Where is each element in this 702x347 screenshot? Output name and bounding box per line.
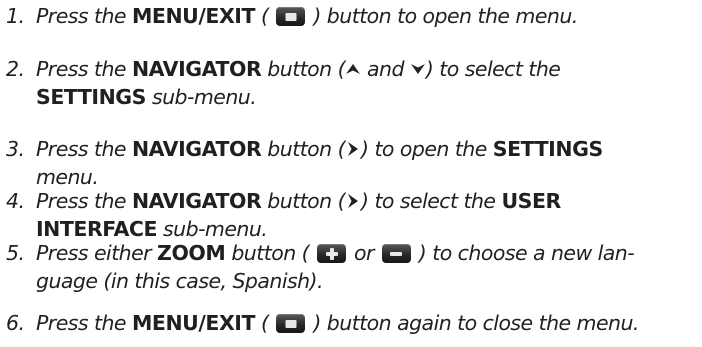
step-number: 5. <box>6 241 25 265</box>
step-text-line: Press the NAVIGATOR button ( and ) to se… <box>36 55 561 83</box>
step-text-line: Press either ZOOM button ( or ) to choos… <box>36 239 635 267</box>
step-text-line: Press the MENU/EXIT ( ) button again to … <box>36 309 639 337</box>
step-number: 3. <box>6 137 25 161</box>
step-text: ) to select the <box>361 189 502 213</box>
bold-term: NAVIGATOR <box>131 137 262 161</box>
zoom-plus-button-icon <box>317 244 347 263</box>
step-text-line: Press the MENU/EXIT ( ) button to open t… <box>36 2 578 30</box>
step-text: ) button to open the menu. <box>307 4 578 28</box>
menu-exit-button-icon <box>276 7 306 26</box>
step-text: sub-menu. <box>157 217 268 241</box>
bold-term: MENU/EXIT <box>131 311 256 335</box>
step-text: ( <box>255 4 275 28</box>
step-text: ( <box>255 311 275 335</box>
bold-term: SETTINGS <box>36 85 146 109</box>
bold-term: USER <box>501 189 561 213</box>
step-text: ) to choose a new lan- <box>412 241 635 265</box>
step-text: button ( <box>261 137 346 161</box>
step-text-line: Press the NAVIGATOR button ( ) to select … <box>36 187 561 215</box>
step-text: ) button again to close the menu. <box>307 311 639 335</box>
step-text-line: Press the NAVIGATOR button ( ) to open th… <box>36 135 603 163</box>
step-text: ) to select the <box>425 57 561 81</box>
bold-term: NAVIGATOR <box>131 189 262 213</box>
bold-term: INTERFACE <box>36 217 158 241</box>
bold-term: ZOOM <box>157 241 226 265</box>
step-text: Press the <box>36 4 132 28</box>
step-text: Press the <box>36 189 132 213</box>
step-text: or <box>348 241 380 265</box>
step-number: 2. <box>6 57 25 81</box>
step-text: Press either <box>36 241 158 265</box>
step-number: 4. <box>6 189 25 213</box>
step-number: 1. <box>6 4 25 28</box>
step-text: ) to open the <box>361 137 493 161</box>
arrow-down-icon <box>410 64 425 74</box>
bold-term: SETTINGS <box>492 137 603 161</box>
step-text: button ( <box>261 57 346 81</box>
bold-term: MENU/EXIT <box>131 4 256 28</box>
step-text: sub-menu. <box>145 85 257 109</box>
step-text: button ( <box>225 241 316 265</box>
step-text: and <box>361 57 410 81</box>
arrow-right-icon <box>348 194 359 208</box>
arrow-right-icon <box>348 142 359 156</box>
step-text: Press the <box>36 57 132 81</box>
step-text: Press the <box>36 137 132 161</box>
step-number: 6. <box>6 311 25 335</box>
menu-exit-button-icon <box>276 314 306 333</box>
step-text-line: guage (in this case, Spanish). <box>36 267 324 295</box>
step-text: Press the <box>36 311 132 335</box>
arrow-up-icon <box>346 64 361 74</box>
step-text: button ( <box>261 189 346 213</box>
bold-term: NAVIGATOR <box>131 57 262 81</box>
step-text: guage (in this case, Spanish). <box>36 269 324 293</box>
zoom-minus-button-icon <box>381 244 411 263</box>
step-text-line: SETTINGS sub-menu. <box>36 83 257 111</box>
step-text: menu. <box>36 165 99 189</box>
